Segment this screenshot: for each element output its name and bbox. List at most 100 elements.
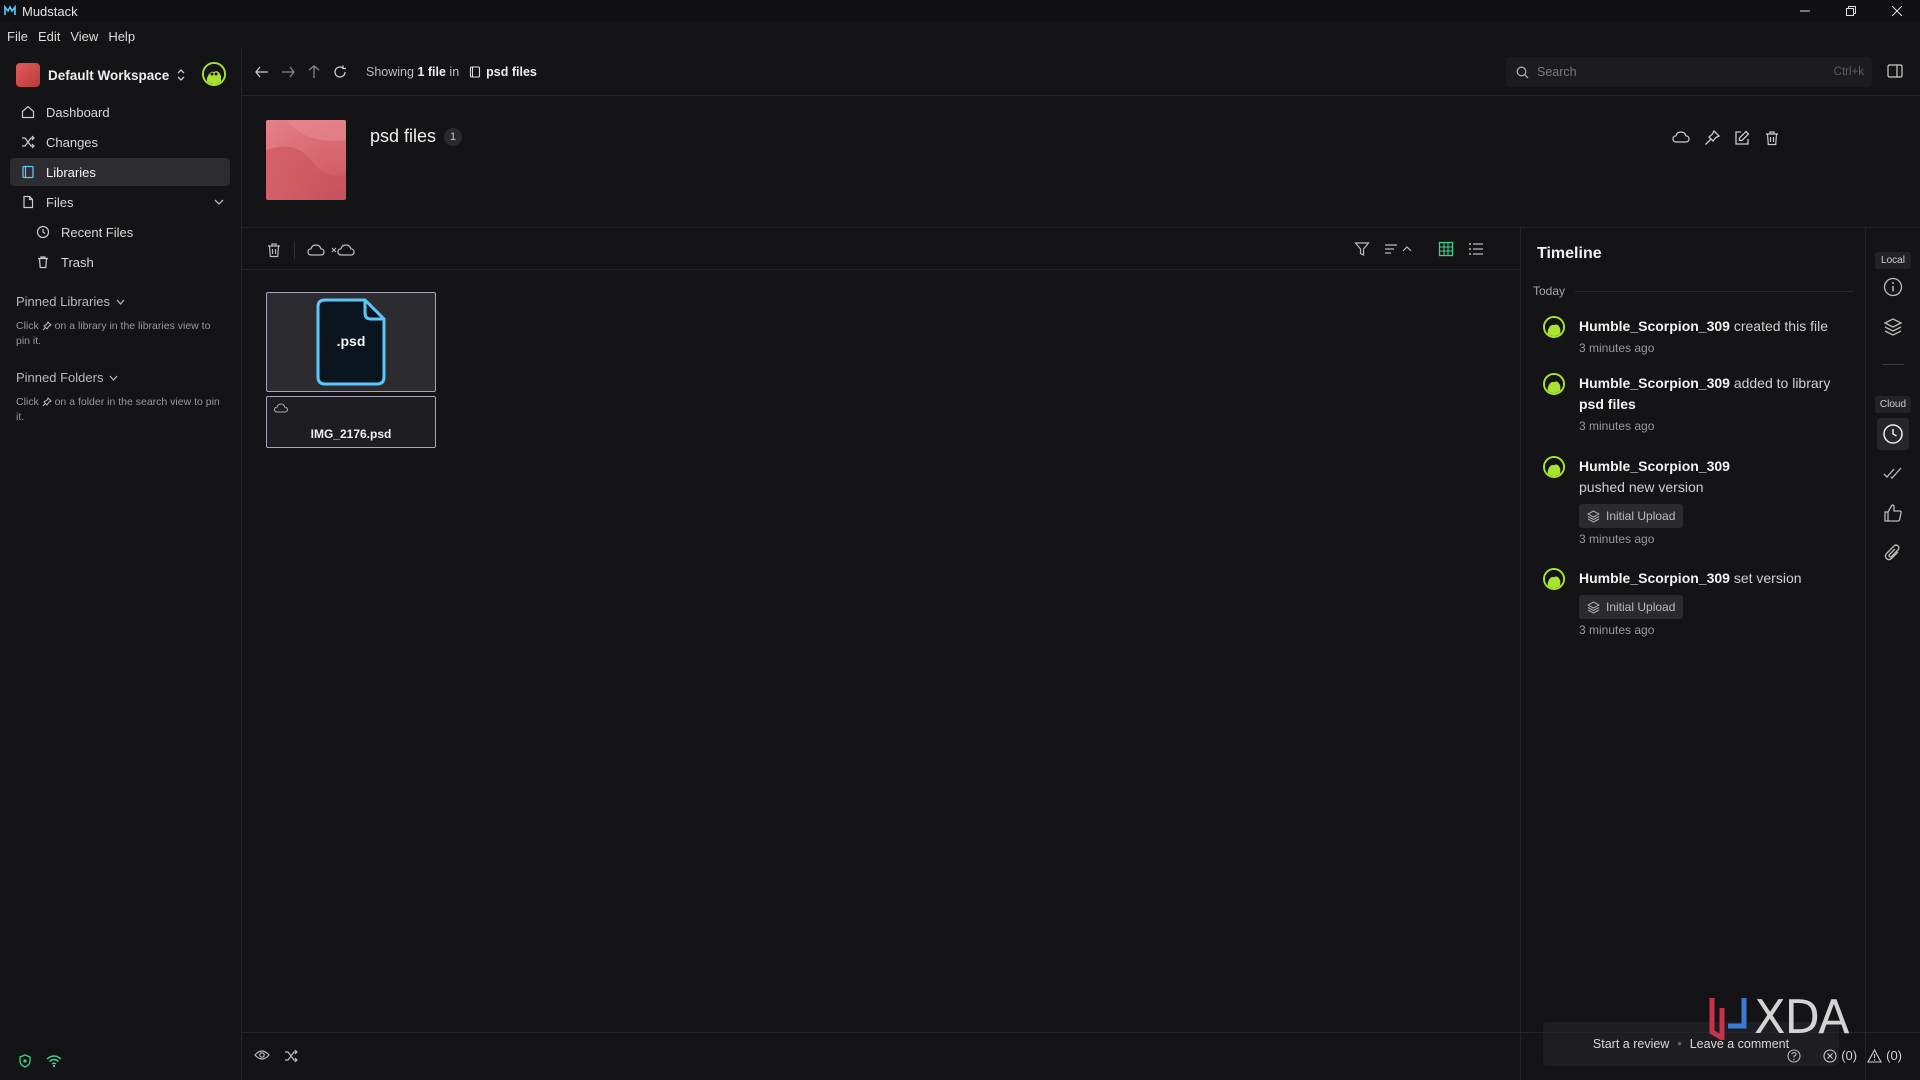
breadcrumb[interactable]: psd files (469, 65, 537, 79)
restore-button[interactable] (1828, 0, 1874, 22)
error-count[interactable]: (0) (1823, 1048, 1857, 1063)
refresh-icon[interactable] (332, 64, 348, 80)
book-icon (470, 65, 481, 78)
error-icon (1823, 1048, 1837, 1063)
cloud-off-icon[interactable] (331, 243, 355, 257)
sort-icon[interactable] (1384, 242, 1412, 256)
chevron-down-icon[interactable] (214, 199, 224, 205)
sidebar-item-libraries[interactable]: Libraries (10, 158, 230, 186)
timeline-target[interactable]: psd files (1579, 396, 1636, 412)
sidebar-item-files[interactable]: Files (10, 188, 230, 216)
timeline-user[interactable]: Humble_Scorpion_309 (1579, 318, 1730, 334)
status-bar: (0) (0) (242, 1032, 1920, 1080)
sidebar-item-label: Trash (61, 254, 94, 270)
sidebar-status (18, 1054, 62, 1068)
check-double-icon[interactable] (1882, 462, 1904, 484)
library-file-count: 1 (444, 127, 463, 146)
sidebar-item-label: Dashboard (46, 104, 110, 120)
cloud-icon[interactable] (307, 243, 325, 257)
library-actions (1672, 130, 1780, 146)
layers-icon[interactable] (1882, 316, 1904, 338)
timeline-title: Timeline (1537, 245, 1602, 262)
paperclip-icon[interactable] (1882, 542, 1904, 564)
pinned-folders-toggle[interactable]: Pinned Folders (16, 370, 226, 385)
menu-file[interactable]: File (7, 29, 28, 44)
top-bar: Showing 1 file in psd files Search Ctrl+… (242, 48, 1920, 96)
cloud-icon[interactable] (1672, 130, 1690, 146)
grid-view-icon[interactable] (1438, 241, 1454, 257)
close-window-button[interactable] (1874, 0, 1920, 22)
minimize-button[interactable] (1782, 0, 1828, 22)
up-arrow-icon[interactable] (306, 64, 322, 80)
trash-icon (35, 254, 51, 270)
shuffle-icon[interactable] (284, 1049, 298, 1063)
timeline-user[interactable]: Humble_Scorpion_309 (1579, 458, 1730, 474)
eye-icon[interactable] (254, 1049, 270, 1063)
panel-toggle-icon[interactable] (1887, 64, 1903, 78)
edit-icon[interactable] (1734, 130, 1750, 146)
back-arrow-icon[interactable] (254, 64, 270, 80)
version-badge[interactable]: Initial Upload (1579, 595, 1684, 619)
sidebar-item-recent-files[interactable]: Recent Files (10, 218, 230, 246)
xda-watermark: XDA (1708, 990, 1850, 1044)
thumbs-up-icon[interactable] (1882, 502, 1904, 524)
file-grid: .psd IMG_2176.psd (266, 292, 436, 448)
help-icon[interactable] (1787, 1048, 1801, 1063)
sidebar-item-label: Recent Files (61, 224, 134, 240)
wifi-icon[interactable] (46, 1054, 62, 1068)
chevron-down-icon (110, 375, 118, 381)
file-card[interactable]: .psd IMG_2176.psd (266, 292, 436, 448)
timeline-panel: Timeline Today Humble_Scorpion_309 creat… (1520, 228, 1865, 1080)
pin-icon[interactable] (1704, 130, 1720, 146)
library-header: psd files 1 (242, 96, 1920, 228)
breadcrumb-location: psd files (486, 64, 537, 79)
mudstack-logo-icon (4, 5, 16, 17)
delete-icon[interactable] (1764, 130, 1780, 146)
list-view-icon[interactable] (1468, 241, 1484, 257)
file-extension: .psd (336, 333, 366, 349)
sidebar-item-dashboard[interactable]: Dashboard (10, 98, 230, 126)
search-shortcut: Ctrl+k (1833, 66, 1864, 78)
toolbar-divider (294, 241, 295, 259)
menu-edit[interactable]: Edit (38, 29, 60, 44)
menu-help[interactable]: Help (108, 29, 135, 44)
file-toolbar (242, 228, 1520, 270)
forward-arrow-icon[interactable] (280, 64, 296, 80)
pinned-libraries-section: Pinned Libraries Click on a library in t… (16, 294, 226, 349)
home-icon (20, 104, 36, 120)
user-avatar[interactable] (202, 62, 226, 86)
avatar (1543, 568, 1565, 590)
menu-bar: File Edit View Help (0, 24, 145, 48)
shield-icon[interactable] (18, 1054, 32, 1068)
file-meta[interactable]: IMG_2176.psd (266, 396, 436, 448)
timeline-day-header: Today (1533, 284, 1853, 298)
timeline-user[interactable]: Humble_Scorpion_309 (1579, 570, 1730, 586)
menu-view[interactable]: View (70, 29, 98, 44)
xda-wordmark: XDA (1754, 990, 1850, 1044)
timeline-time: 3 minutes ago (1579, 623, 1655, 637)
pinned-libraries-hint: Click on a library in the libraries view… (16, 319, 226, 349)
history-icon (35, 224, 51, 240)
error-count-value: (0) (1841, 1048, 1858, 1063)
warning-count[interactable]: (0) (1867, 1048, 1902, 1063)
info-icon[interactable] (1882, 276, 1904, 298)
file-preview[interactable]: .psd (266, 292, 436, 392)
title-bar: Mudstack (0, 0, 1920, 22)
version-badge[interactable]: Initial Upload (1579, 504, 1684, 528)
trash-icon[interactable] (266, 242, 282, 258)
avatar (1543, 456, 1565, 478)
xda-logo-icon (1709, 998, 1747, 1040)
clock-icon[interactable] (1877, 418, 1909, 450)
sidebar-item-changes[interactable]: Changes (10, 128, 230, 156)
search-icon (1516, 66, 1529, 78)
psd-file-icon: .psd (315, 297, 387, 387)
sidebar-item-trash[interactable]: Trash (10, 248, 230, 276)
search-input[interactable]: Search Ctrl+k (1506, 57, 1872, 87)
timeline-time: 3 minutes ago (1579, 532, 1655, 546)
pinned-libraries-toggle[interactable]: Pinned Libraries (16, 294, 226, 309)
timeline-action: set version (1733, 570, 1802, 586)
timeline-user[interactable]: Humble_Scorpion_309 (1579, 375, 1730, 391)
workspace-switcher[interactable]: Default Workspace (16, 62, 226, 88)
sidebar-item-label: Files (46, 194, 74, 210)
filter-icon[interactable] (1354, 241, 1370, 257)
